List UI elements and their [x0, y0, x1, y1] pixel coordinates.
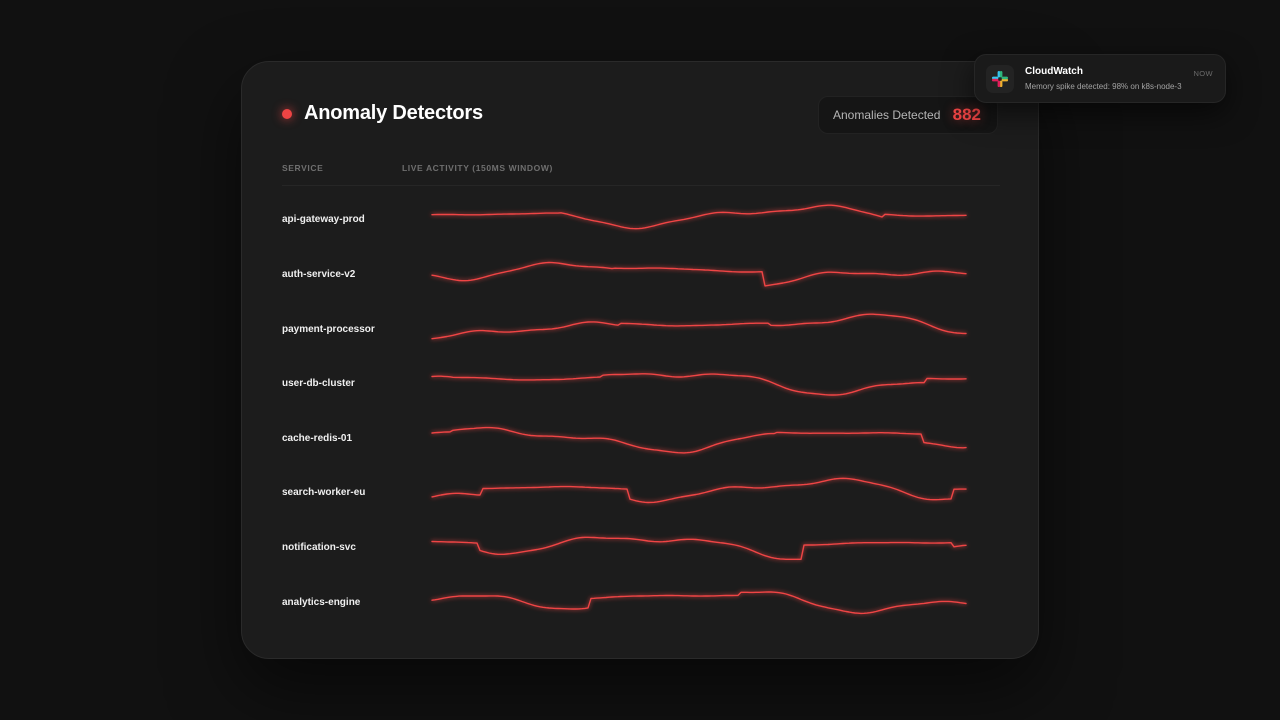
live-activity-sparklines [431, 204, 967, 615]
service-label: api-gateway-prod [282, 214, 365, 225]
activity-sparkline [431, 204, 967, 230]
service-label: notification-svc [282, 542, 356, 553]
anomalies-counter: Anomalies Detected 882 [818, 96, 998, 134]
activity-sparkline [431, 477, 967, 504]
activity-sparkline [431, 313, 967, 340]
notification-title: CloudWatch [1025, 66, 1083, 77]
header-divider [282, 185, 1000, 186]
column-header-service: SERVICE [282, 163, 324, 173]
service-label: cache-redis-01 [282, 433, 353, 444]
activity-sparkline [431, 591, 967, 615]
panel-header: Anomaly Detectors [282, 102, 483, 125]
app-stage: Anomaly Detectors Anomalies Detected 882… [0, 0, 1280, 720]
slack-icon [986, 65, 1014, 93]
activity-sparkline [431, 261, 967, 287]
activity-sparkline [431, 536, 967, 560]
service-label: payment-processor [282, 324, 375, 335]
service-label: auth-service-v2 [282, 269, 356, 280]
activity-sparkline [431, 426, 967, 454]
activity-sparkline [431, 373, 967, 396]
service-label: user-db-cluster [282, 378, 355, 389]
panel-title: Anomaly Detectors [304, 102, 483, 124]
anomalies-count: 882 [952, 105, 981, 124]
service-label: analytics-engine [282, 597, 361, 608]
live-status-dot [282, 108, 292, 119]
notification-toast[interactable]: CloudWatch NOW Memory spike detected: 98… [974, 54, 1226, 103]
column-header-activity: LIVE ACTIVITY (150MS WINDOW) [402, 163, 553, 173]
notification-message: Memory spike detected: 98% on k8s-node-3 [1025, 82, 1182, 91]
anomaly-detectors-panel: Anomaly Detectors Anomalies Detected 882… [241, 61, 1039, 659]
notification-time: NOW [1193, 69, 1213, 78]
anomalies-label: Anomalies Detected [833, 108, 941, 122]
service-label: search-worker-eu [282, 487, 366, 498]
